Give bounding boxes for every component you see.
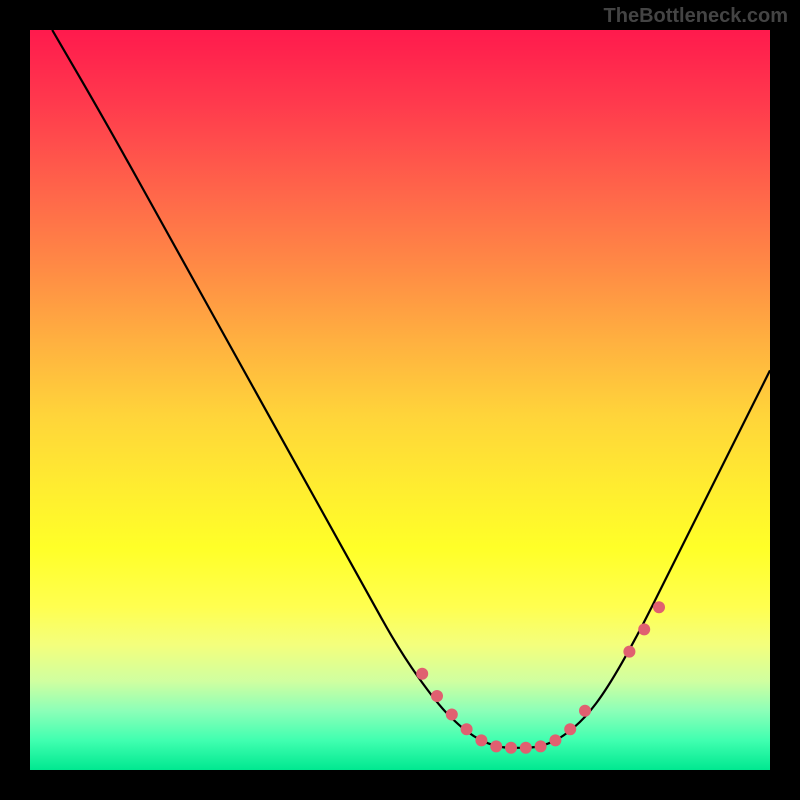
curve-marker <box>535 740 547 752</box>
curve-marker <box>623 646 635 658</box>
bottleneck-curve <box>52 30 770 748</box>
curve-marker <box>446 709 458 721</box>
curve-marker <box>416 668 428 680</box>
curve-marker <box>549 734 561 746</box>
curve-marker <box>505 742 517 754</box>
curve-marker <box>475 734 487 746</box>
curve-marker <box>461 723 473 735</box>
curve-marker <box>653 601 665 613</box>
curve-svg <box>30 30 770 770</box>
curve-marker <box>520 742 532 754</box>
curve-marker <box>490 740 502 752</box>
curve-marker <box>638 623 650 635</box>
curve-marker <box>431 690 443 702</box>
curve-markers <box>416 601 665 754</box>
plot-area <box>30 30 770 770</box>
curve-marker <box>579 705 591 717</box>
watermark-text: TheBottleneck.com <box>604 5 788 28</box>
curve-marker <box>564 723 576 735</box>
chart-container: TheBottleneck.com <box>0 0 800 800</box>
